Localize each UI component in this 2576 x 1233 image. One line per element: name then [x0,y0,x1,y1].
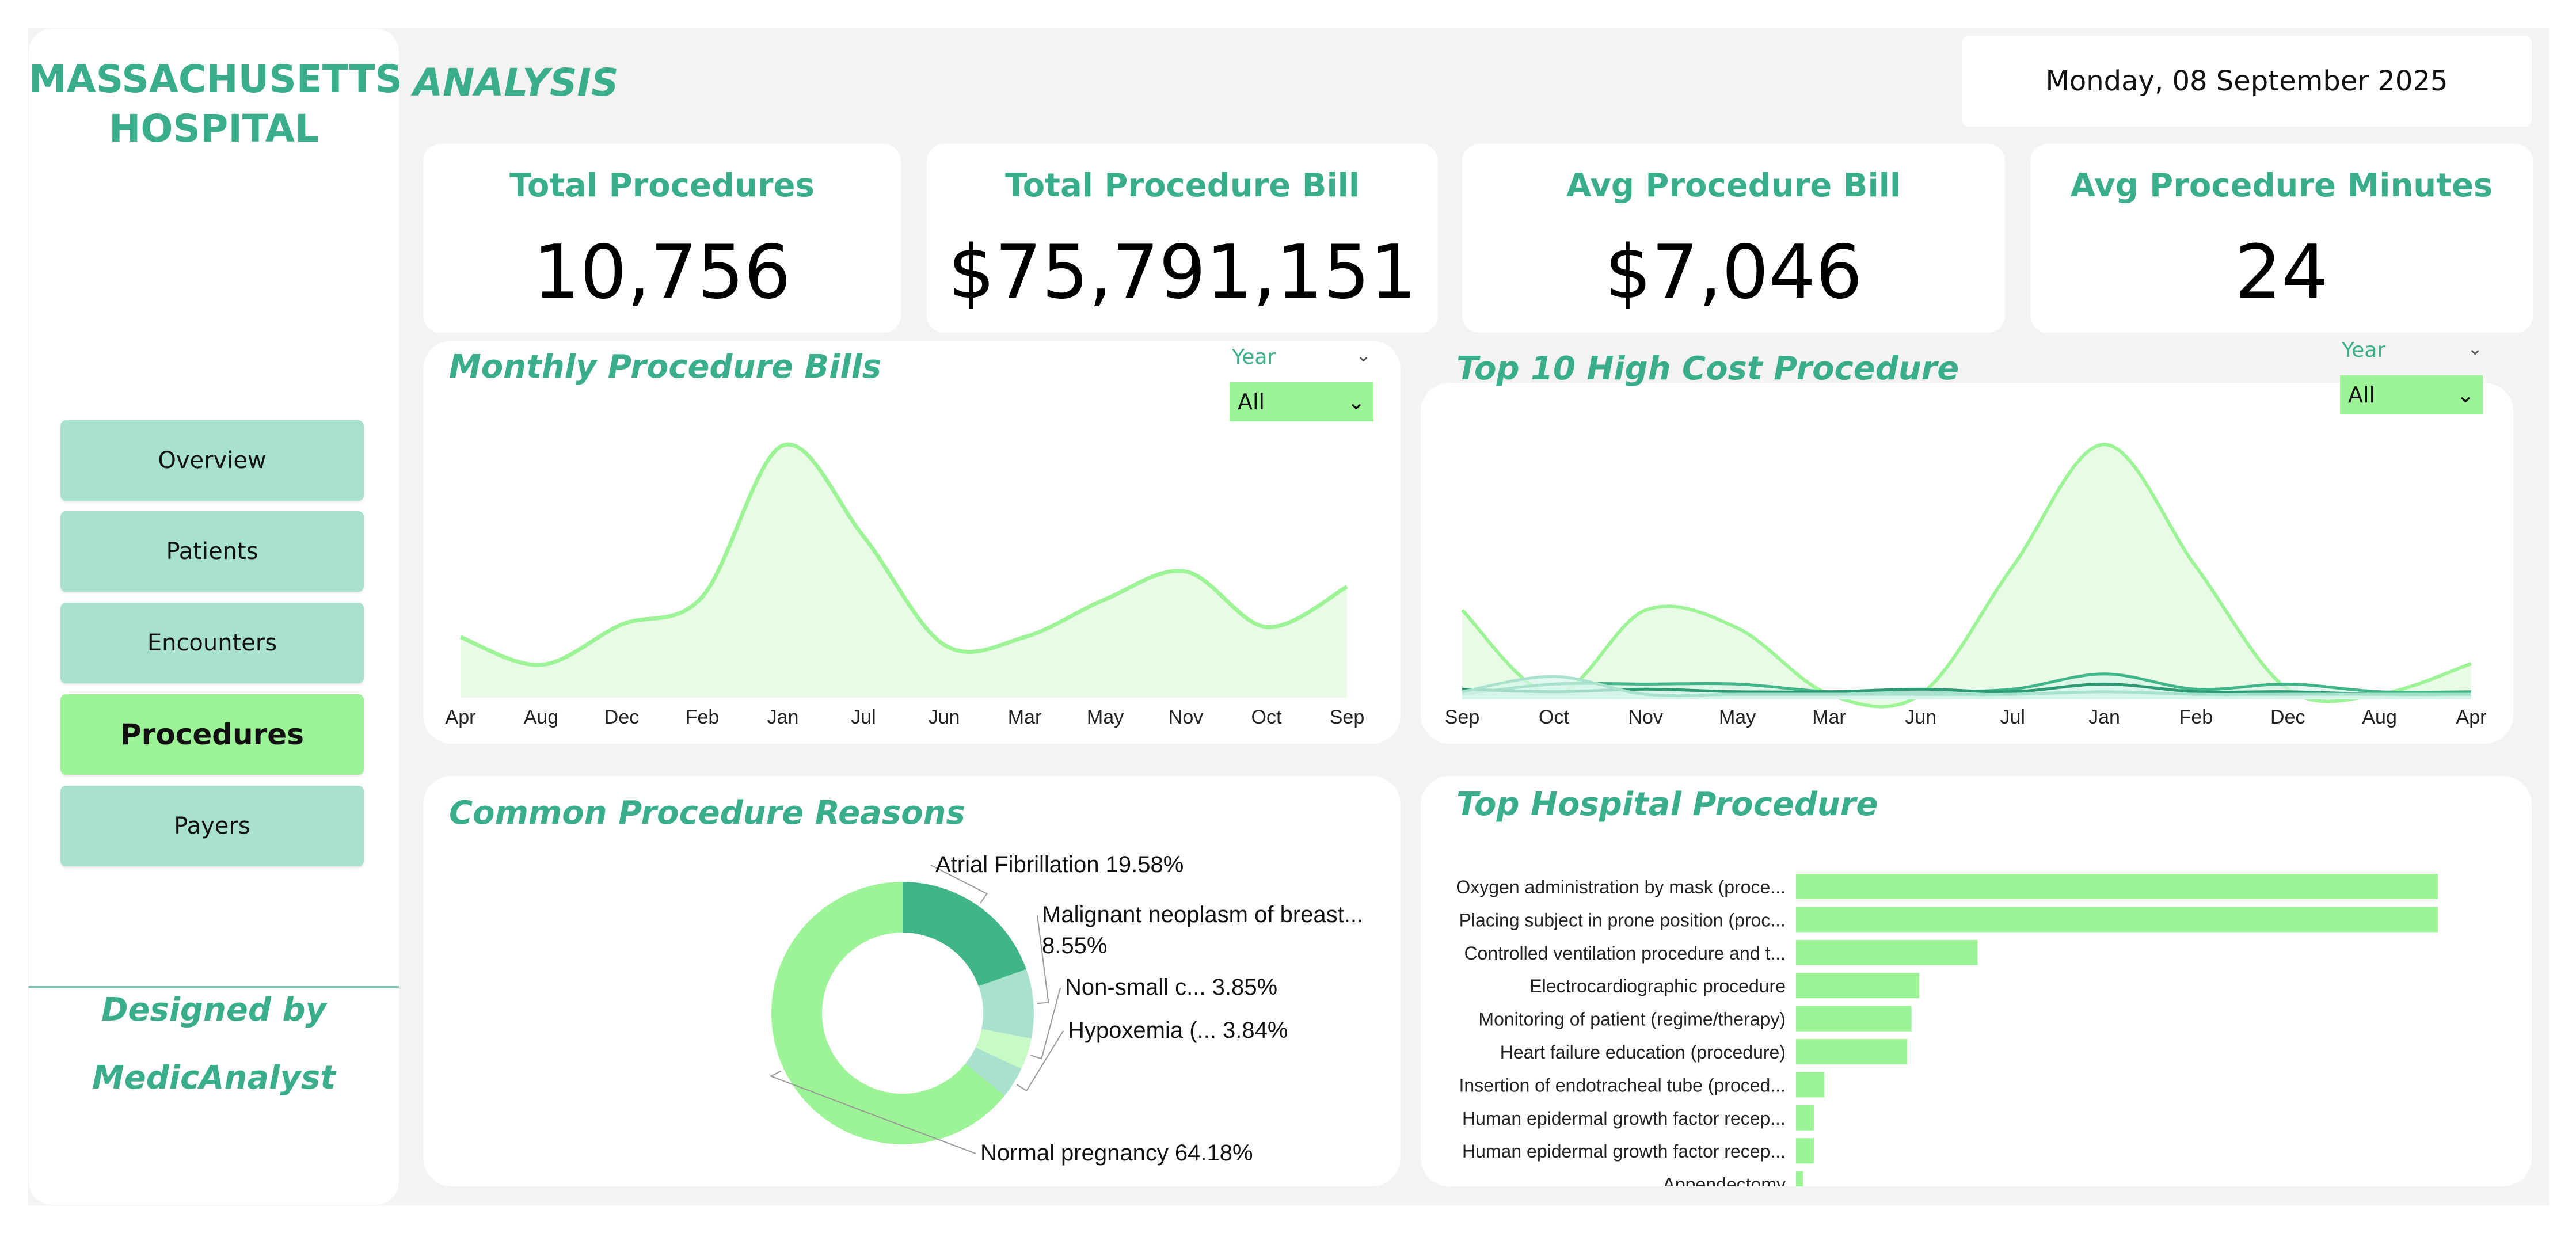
x-tick-label: Mar [1008,706,1042,728]
bar [1796,1105,1814,1131]
x-tick-label: Jun [929,706,960,728]
slice-label: Atrial Fibrillation 19.58% [935,852,1184,877]
bar-category-label: Monitoring of patient (regime/therapy) [1478,1009,1786,1030]
kpi-label: Total Procedure Bill [1004,167,1360,204]
nav-label: Overview [158,447,267,474]
nav-label: Patients [166,538,258,565]
bar-category-label: Human epidermal growth factor recep... [1462,1141,1786,1162]
x-tick-label: May [1719,706,1756,728]
bar-category-label: Appendectomy [1663,1174,1786,1186]
bar-category-label: Insertion of endotracheal tube (proced..… [1459,1075,1786,1095]
bar-category-label: Heart failure education (procedure) [1500,1042,1786,1063]
top10-year-slicer-label[interactable]: Year ⌄ [2342,337,2483,362]
x-tick-label: Jan [2088,706,2120,728]
kpi-label: Avg Procedure Minutes [2070,167,2493,204]
nav-button-encounters[interactable]: Encounters [60,603,364,683]
procedure-reasons-donut: Atrial Fibrillation 19.58% Malignant neop… [769,852,1363,1166]
leader-line [1037,915,1049,1004]
x-tick-label: Apr [2456,706,2487,728]
bar [1796,907,2438,933]
bar-category-label: Placing subject in prone position (proc.… [1459,909,1786,930]
x-tick-label: Oct [1251,706,1282,728]
series-area [461,444,1347,698]
x-tick-label: May [1087,706,1124,728]
kpi-label: Avg Procedure Bill [1566,167,1901,204]
bar-category-label: Oxygen administration by mask (proce... [1456,877,1786,897]
kpi-value: 10,756 [533,230,791,315]
bar [1796,1138,1814,1164]
x-tick-label: Feb [686,706,720,728]
bar [1796,1006,1912,1032]
kpi-value: $75,791,151 [948,230,1417,315]
x-tick-label: Oct [1539,706,1569,728]
kpi-card-avg-procedure-bill: Avg Procedure Bill $7,046 [1462,144,2005,333]
x-tick-label: Jul [2000,706,2025,728]
x-tick-label: Apr [446,706,476,728]
x-tick-label: Mar [1812,706,1846,728]
bar [1796,1072,1825,1098]
x-tick-label: Sep [1445,706,1480,728]
series-area [1462,444,2471,707]
designed-by-label: Designed by [101,991,327,1029]
brand-line-2: HOSPITAL [109,106,319,151]
sidebar-divider [29,986,399,988]
kpi-value: $7,046 [1604,230,1863,315]
x-tick-label: Sep [1330,706,1365,728]
leader-line [1030,987,1061,1060]
bar [1796,874,2438,899]
x-tick-label: Nov [1169,706,1203,728]
bar [1796,939,1978,965]
kpi-value: 24 [2235,230,2328,315]
x-tick-label: Dec [2270,706,2305,728]
nav-button-overview[interactable]: Overview [60,420,364,501]
nav-button-payers[interactable]: Payers [60,786,364,866]
nav-label: Procedures [120,718,304,751]
nav-button-procedures[interactable]: Procedures [60,694,364,775]
page-title: ANALYSIS [413,60,619,105]
slice-label: 8.55% [1042,933,1107,958]
x-tick-label: Aug [2362,706,2397,728]
x-tick-label: Feb [2179,706,2213,728]
slice-label: Malignant neoplasm of breast... [1042,902,1363,927]
x-tick-label: Nov [1628,706,1662,728]
bar-category-label: Human epidermal growth factor recep... [1462,1108,1786,1129]
donut-slice [903,882,1026,987]
x-tick-label: Aug [524,706,559,728]
slicer-label-text: Year [2342,338,2386,362]
nav-label: Encounters [147,630,277,656]
monthly-bills-chart: Apr Aug Dec Feb Jan Jul Jun Mar May Nov Oct Sep [446,442,1365,728]
slice-label: Non-small c... 3.85% [1065,975,1277,1000]
x-tick-label: Jan [767,706,799,728]
nav-label: Payers [174,813,250,839]
nav-button-patients[interactable]: Patients [60,511,364,592]
x-tick-label: Jul [851,706,876,728]
slice-label: Normal pregnancy 64.18% [980,1140,1253,1166]
bar [1796,1171,1803,1186]
kpi-label: Total Procedures [509,167,815,204]
x-tick-label: Jun [1905,706,1936,728]
kpi-card-total-procedure-bill: Total Procedure Bill $75,791,151 [927,144,1438,333]
bar [1796,973,1920,999]
designer-name: MedicAnalyst [92,1059,336,1097]
date-display: Monday, 08 September 2025 [1962,36,2532,127]
kpi-card-avg-procedure-minutes: Avg Procedure Minutes 24 [2030,144,2533,333]
top10-cost-chart: Sep Oct Nov May Mar Jun Jul Jan Feb Dec Aug Apr [1445,443,2487,728]
slice-label: Hypoxemia (... 3.84% [1068,1018,1288,1043]
hospital-brand: MASSACHUSETTS HOSPITAL [29,55,402,154]
kpi-card-total-procedures: Total Procedures 10,756 [423,144,901,333]
date-text: Monday, 08 September 2025 [2045,65,2448,97]
brand-line-1: MASSACHUSETTS [29,57,402,101]
top-hospital-procedure-chart: Oxygen administration by mask (proce... P… [1456,874,2438,1186]
x-tick-label: Dec [604,706,639,728]
bar-category-label: Electrocardiographic procedure [1529,976,1786,996]
bar-category-label: Controlled ventilation procedure and t..… [1464,943,1786,964]
chevron-down-icon: ⌄ [2467,337,2483,359]
top10-cost-title: Top 10 High Cost Procedure [1456,350,1959,387]
bar [1796,1039,1907,1064]
